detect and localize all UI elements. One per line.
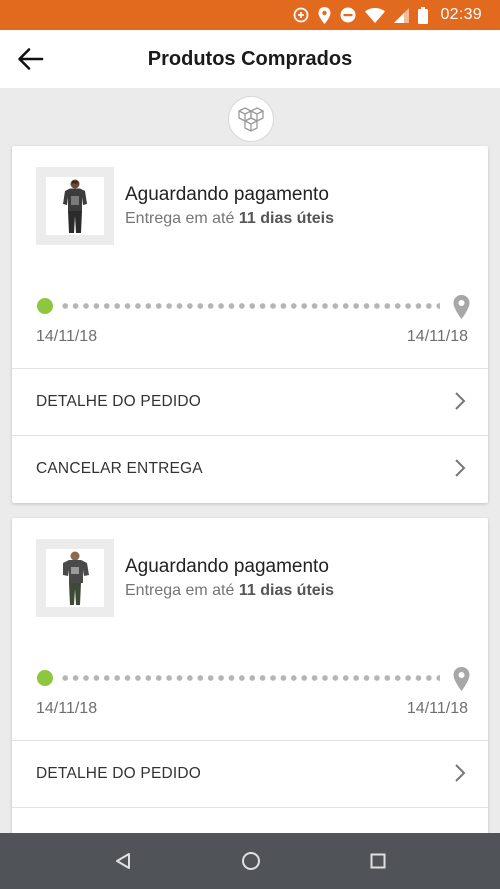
progress-start-dot bbox=[37, 670, 53, 686]
end-date: 14/11/18 bbox=[406, 700, 468, 717]
data-saver-icon bbox=[294, 7, 309, 23]
back-arrow-icon[interactable] bbox=[16, 45, 44, 73]
back-triangle-icon[interactable] bbox=[114, 852, 132, 870]
end-date: 14/11/18 bbox=[406, 328, 468, 345]
boxes-icon bbox=[228, 96, 274, 142]
wifi-icon bbox=[365, 7, 386, 23]
system-nav-bar bbox=[0, 833, 500, 889]
progress-start-dot bbox=[37, 298, 53, 314]
page-title: Produtos Comprados bbox=[147, 47, 353, 70]
destination-pin-icon bbox=[453, 667, 470, 691]
order-details-button[interactable]: DETALHE DO PEDIDO bbox=[12, 368, 488, 435]
product-thumbnail[interactable] bbox=[36, 539, 114, 617]
order-details-button[interactable]: DETALHE DO PEDIDO bbox=[12, 740, 488, 807]
tshirt-model-image bbox=[63, 179, 87, 233]
orders-list[interactable]: Aguardando pagamento Entrega em até 11 d… bbox=[0, 88, 500, 833]
start-date: 14/11/18 bbox=[36, 700, 98, 717]
app-bar: Produtos Comprados bbox=[0, 30, 500, 88]
progress-dots bbox=[60, 675, 440, 681]
chevron-right-icon bbox=[455, 392, 466, 410]
delivery-progress bbox=[36, 667, 472, 693]
recents-square-icon[interactable] bbox=[370, 853, 386, 869]
delivery-progress bbox=[36, 295, 472, 321]
order-status: Aguardando pagamento bbox=[125, 556, 329, 577]
order-status: Aguardando pagamento bbox=[125, 184, 329, 205]
battery-icon bbox=[418, 6, 429, 24]
next-action-row[interactable] bbox=[12, 807, 488, 833]
delivery-estimate: Entrega em até 11 dias úteis bbox=[125, 582, 335, 599]
status-bar: 02:39 bbox=[0, 0, 500, 30]
product-thumbnail[interactable] bbox=[36, 167, 114, 245]
location-icon bbox=[318, 6, 331, 24]
start-date: 14/11/18 bbox=[36, 328, 98, 345]
tshirt-model-image bbox=[63, 551, 89, 605]
cancel-delivery-button[interactable]: CANCELAR ENTREGA bbox=[12, 435, 488, 502]
do-not-disturb-icon bbox=[340, 7, 356, 23]
status-time: 02:39 bbox=[440, 6, 482, 23]
chevron-right-icon bbox=[455, 764, 466, 782]
chevron-right-icon bbox=[455, 459, 466, 477]
order-card: Aguardando pagamento Entrega em até 11 d… bbox=[12, 518, 488, 833]
order-card: Aguardando pagamento Entrega em até 11 d… bbox=[12, 146, 488, 503]
progress-dots bbox=[60, 303, 440, 309]
delivery-estimate: Entrega em até 11 dias úteis bbox=[125, 210, 335, 227]
signal-icon bbox=[394, 7, 410, 23]
home-circle-icon[interactable] bbox=[241, 851, 261, 871]
destination-pin-icon bbox=[453, 295, 470, 319]
